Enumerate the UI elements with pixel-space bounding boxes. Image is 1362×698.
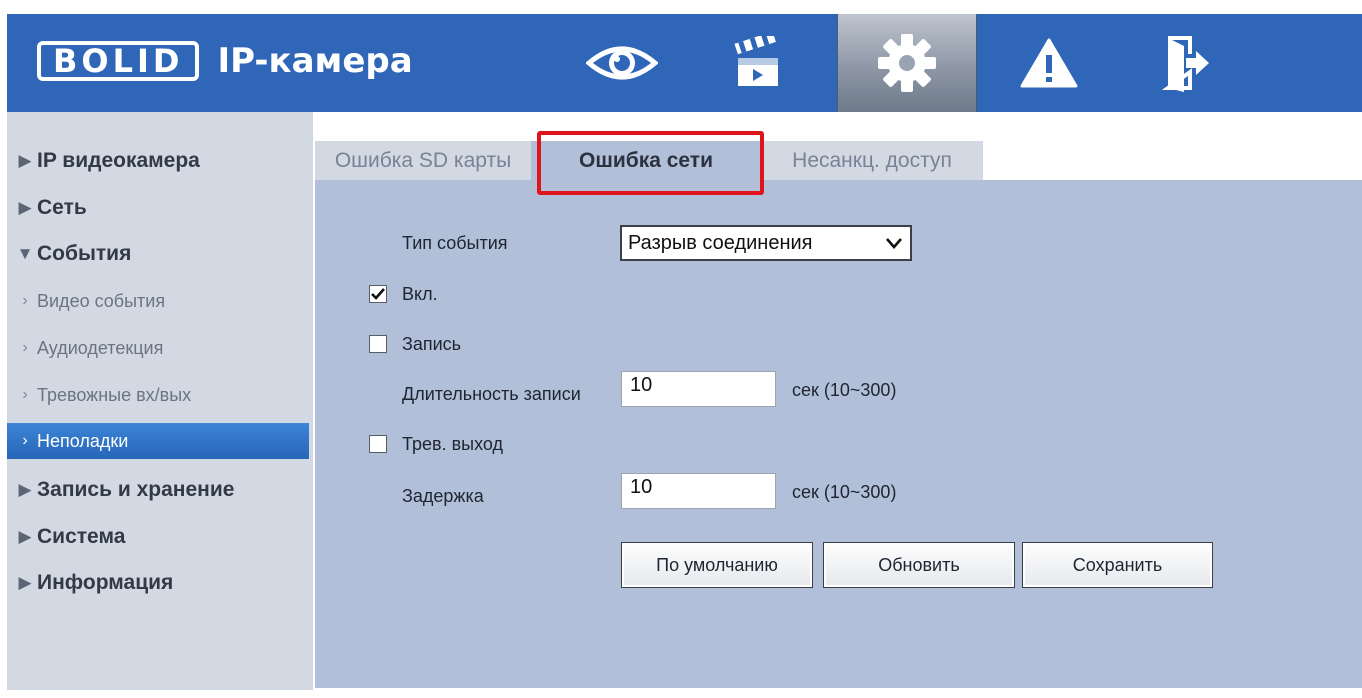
sidebar-item-label: Сеть <box>37 196 87 219</box>
delay-label: Задержка <box>402 486 484 506</box>
enable-checkbox[interactable] <box>369 285 387 303</box>
tab-network-error[interactable]: Ошибка сети <box>531 141 761 180</box>
sidebar-item-video-events[interactable]: › Видео события <box>7 283 309 319</box>
caret-right-icon: ▶ <box>18 198 32 217</box>
sidebar-item-label: Видео события <box>37 290 166 311</box>
eye-icon <box>586 46 658 80</box>
sidebar-item-system[interactable]: ▶ Система <box>7 519 309 555</box>
delay-unit: сек (10~300) <box>792 482 897 502</box>
sidebar-item-record-storage[interactable]: ▶ Запись и хранение <box>7 472 309 508</box>
warning-icon <box>1020 38 1078 88</box>
sidebar-item-label: Неполадки <box>37 430 129 451</box>
checkmark-icon <box>371 288 385 300</box>
sidebar-item-events[interactable]: ▼ События <box>7 236 309 272</box>
enable-label: Вкл. <box>402 284 438 304</box>
logout-button[interactable] <box>1137 14 1237 112</box>
chevron-right-icon: › <box>22 339 28 356</box>
caret-right-icon: ▶ <box>18 573 32 592</box>
record-duration-unit: сек (10~300) <box>792 380 897 400</box>
event-type-value: Разрыв соединения <box>628 231 813 254</box>
sidebar-item-information[interactable]: ▶ Информация <box>7 565 309 601</box>
sidebar-item-label: События <box>37 242 132 265</box>
sidebar-item-ip-camera[interactable]: ▶ IP видеокамера <box>7 143 309 179</box>
refresh-button[interactable]: Обновить <box>823 542 1015 588</box>
chevron-right-icon: › <box>22 432 28 449</box>
caret-right-icon: ▶ <box>18 480 32 499</box>
event-type-label: Тип события <box>402 233 508 253</box>
tab-sd-card-error[interactable]: Ошибка SD карты <box>315 141 531 180</box>
chevron-right-icon: › <box>22 292 28 309</box>
chevron-right-icon: › <box>22 386 28 403</box>
default-button[interactable]: По умолчанию <box>621 542 813 588</box>
live-view-button[interactable] <box>572 14 672 112</box>
record-duration-label: Длительность записи <box>402 384 581 404</box>
top-bar: BOLID IP-камера <box>7 14 1362 112</box>
logo: BOLID IP-камера <box>37 38 413 84</box>
alarm-out-label: Трев. выход <box>402 434 503 454</box>
record-label: Запись <box>402 334 462 354</box>
chevron-down-icon <box>886 238 902 249</box>
sidebar-item-label: Информация <box>37 571 174 594</box>
logout-icon <box>1162 36 1209 92</box>
sidebar-item-faults[interactable]: › Неполадки <box>7 423 309 459</box>
event-type-select[interactable]: Разрыв соединения <box>620 225 912 261</box>
caret-right-icon: ▶ <box>18 151 32 170</box>
settings-button[interactable] <box>837 14 977 112</box>
alarm-button[interactable] <box>999 14 1099 112</box>
sidebar-item-label: IP видеокамера <box>37 149 200 172</box>
sidebar-item-alarm-io[interactable]: › Тревожные вх/вых <box>7 377 309 413</box>
sidebar-item-label: Тревожные вх/вых <box>37 384 192 405</box>
gear-icon <box>878 34 936 92</box>
sidebar-item-label: Система <box>37 525 126 548</box>
caret-right-icon: ▶ <box>18 527 32 546</box>
sidebar-item-network[interactable]: ▶ Сеть <box>7 190 309 226</box>
tab-unauthorized-access[interactable]: Несанкц. доступ <box>761 141 983 180</box>
sidebar-item-label: Аудиодетекция <box>37 337 164 358</box>
delay-input[interactable]: 10 <box>621 473 776 509</box>
bolid-logo: BOLID <box>37 41 200 81</box>
caret-down-icon: ▼ <box>16 244 34 263</box>
sidebar-item-audio-detection[interactable]: › Аудиодетекция <box>7 330 309 366</box>
record-checkbox[interactable] <box>369 335 387 353</box>
clapperboard-icon <box>734 36 778 86</box>
save-button[interactable]: Сохранить <box>1022 542 1213 588</box>
alarm-out-checkbox[interactable] <box>369 435 387 453</box>
record-duration-input[interactable]: 10 <box>621 371 776 407</box>
sidebar-item-label: Запись и хранение <box>37 478 235 501</box>
playback-button[interactable] <box>707 14 807 112</box>
app-title: IP-камера <box>217 41 413 81</box>
